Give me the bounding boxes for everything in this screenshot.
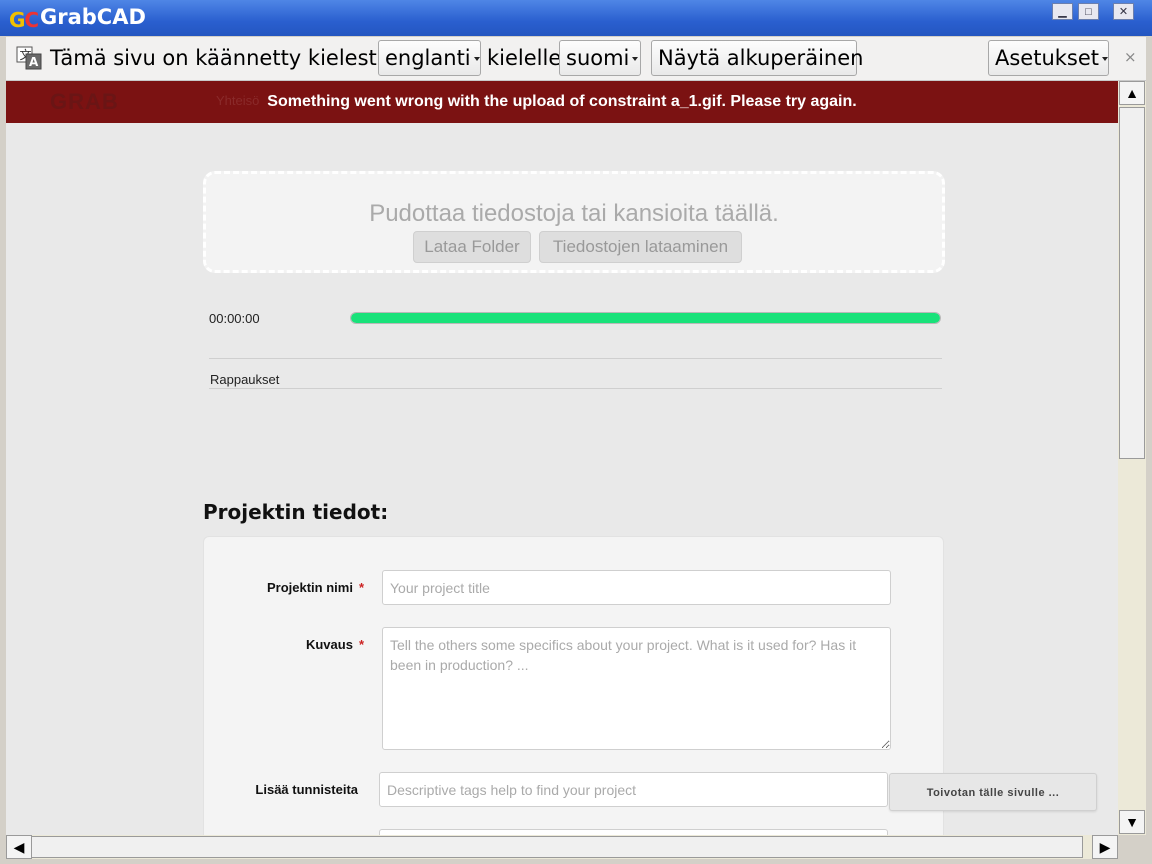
required-mark: * [358,580,364,595]
settings-label: Asetukset [995,46,1100,70]
required-mark: * [358,637,364,652]
vertical-scrollbar[interactable]: ▲ ▼ [1118,81,1146,835]
maximize-icon: □ [1085,6,1092,18]
maximize-button[interactable]: □ [1078,3,1099,20]
scroll-down-icon[interactable]: ▼ [1119,810,1145,834]
divider [209,358,942,359]
upload-progress-fill [351,313,940,323]
scrollbar-corner [1118,835,1146,859]
translate-bar: 文 A Tämä sivu on käännetty kielestä engl… [6,37,1146,81]
project-name-label-text: Projektin nimi [266,580,353,595]
file-dropzone[interactable]: Pudottaa tiedostoja tai kansioita täällä… [203,171,945,273]
chevron-down-icon [1102,57,1109,61]
show-original-button[interactable]: Näytä alkuperäinen [651,40,863,76]
minimize-icon: ▁ [1058,6,1067,18]
to-language-select[interactable]: suomi [559,40,641,76]
tags-input[interactable] [379,772,888,807]
description-textarea[interactable] [382,627,891,750]
scroll-right-icon[interactable]: ▶ [1092,835,1118,859]
project-form: Projektin nimi * Kuvaus * Lisää tunnisteit… [203,536,944,835]
page-content: GRAB Yhteisö Something went wrong with t… [6,81,1118,835]
description-label: Kuvaus * [224,637,364,652]
translate-prefix: Tämä sivu on käännetty kielestä [50,46,390,70]
upload-folder-button[interactable]: Lataa Folder [413,231,531,263]
close-icon: ✕ [1118,6,1129,18]
from-language-select[interactable]: englanti [378,40,481,76]
translate-icon: 文 A [16,46,42,70]
settings-button[interactable]: Asetukset [988,40,1109,76]
error-banner: GRAB Yhteisö Something went wrong with t… [6,81,1118,123]
app-logo: GC [9,8,39,32]
description-label-text: Kuvaus [305,637,353,652]
svg-text:A: A [29,55,39,69]
to-language-value: suomi [566,46,630,70]
suggest-translation-button[interactable]: Toivotan tälle sivulle ... [889,773,1097,811]
project-name-label: Projektin nimi * [224,580,364,595]
close-button[interactable]: ✕ [1113,3,1134,20]
window-titlebar: GC GrabCAD ▁ □ ✕ [0,0,1152,36]
from-language-value: englanti [385,46,471,70]
divider [209,388,942,389]
vertical-scroll-thumb[interactable] [1119,107,1145,459]
minimize-button[interactable]: ▁ [1052,3,1073,20]
elapsed-time: 00:00:00 [209,311,260,326]
window-title: GrabCAD [40,5,146,29]
scroll-up-icon[interactable]: ▲ [1119,81,1145,105]
dropzone-text: Pudottaa tiedostoja tai kansioita täällä… [369,200,779,227]
translate-close-icon[interactable]: × [1124,48,1137,66]
horizontal-scroll-thumb[interactable] [31,836,1083,858]
project-section-title: Projektin tiedot: [203,500,389,524]
error-message: Something went wrong with the upload of … [267,93,857,110]
upload-progress-bar [350,312,941,324]
crashes-label: Rappaukset [210,372,280,387]
upload-files-button[interactable]: Tiedostojen lataaminen [539,231,742,263]
project-name-input[interactable] [382,570,891,605]
tags-label: Lisää tunnisteita [255,782,358,797]
horizontal-scrollbar[interactable]: ◀ ▶ [6,835,1118,859]
chevron-down-icon [473,57,480,61]
translate-middle: kielelle [487,46,562,70]
scroll-left-icon[interactable]: ◀ [6,835,32,859]
chevron-down-icon [632,57,639,61]
